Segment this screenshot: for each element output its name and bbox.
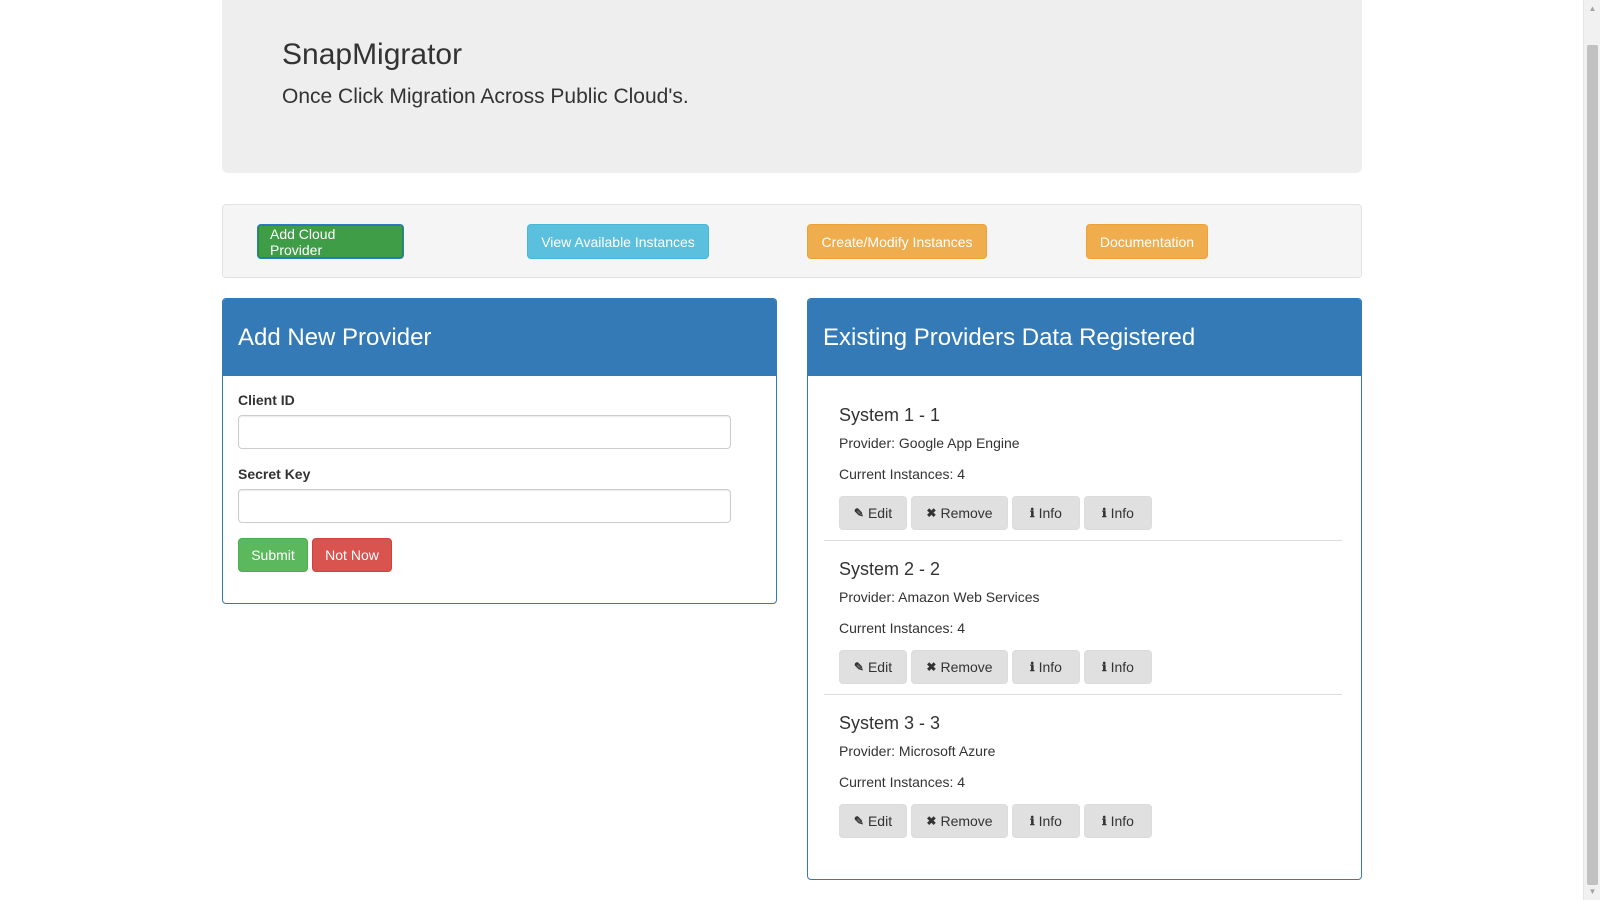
info-icon: ℹ: [1102, 814, 1107, 828]
header-jumbotron: SnapMigrator Once Click Migration Across…: [222, 0, 1362, 173]
current-instances: Current Instances: 4: [839, 466, 966, 482]
add-provider-panel-title: Add New Provider: [238, 323, 432, 351]
current-instances: Current Instances: 4: [839, 774, 966, 790]
provider-name: Provider: Amazon Web Services: [839, 589, 1040, 605]
add-provider-panel-heading: Add New Provider: [223, 299, 776, 376]
secret-key-input[interactable]: [238, 489, 731, 523]
edit-label: Edit: [867, 505, 893, 521]
add-cloud-provider-button[interactable]: Add Cloud Provider: [257, 224, 404, 259]
app-title: SnapMigrator: [282, 38, 463, 71]
info-button[interactable]: ℹ Info: [1084, 650, 1152, 684]
edit-button[interactable]: ✎ Edit: [839, 804, 907, 838]
pencil-icon: ✎: [853, 660, 864, 674]
info-icon: ℹ: [1102, 660, 1107, 674]
existing-providers-panel-title: Existing Providers Data Registered: [823, 323, 1196, 351]
remove-label: Remove: [940, 659, 993, 675]
pencil-icon: ✎: [853, 506, 864, 520]
remove-button[interactable]: ✖ Remove: [911, 650, 1008, 684]
pencil-icon: ✎: [853, 814, 864, 828]
page: SnapMigrator Once Click Migration Across…: [0, 0, 1600, 900]
current-instances: Current Instances: 4: [839, 620, 966, 636]
scroll-up-arrow-icon[interactable]: ▲: [1584, 0, 1600, 17]
info-icon: ℹ: [1030, 814, 1035, 828]
provider-name: Provider: Microsoft Azure: [839, 743, 996, 759]
remove-label: Remove: [940, 505, 993, 521]
edit-button[interactable]: ✎ Edit: [839, 650, 907, 684]
info-button[interactable]: ℹ Info: [1012, 804, 1080, 838]
client-id-label: Client ID: [238, 392, 295, 408]
create-modify-instances-button[interactable]: Create/Modify Instances: [807, 224, 987, 259]
info-button[interactable]: ℹ Info: [1012, 496, 1080, 530]
provider-item: System 1 - 1 Provider: Google App Engine…: [824, 387, 1342, 541]
edit-label: Edit: [867, 659, 893, 675]
existing-providers-panel-heading: Existing Providers Data Registered: [808, 299, 1361, 376]
edit-button[interactable]: ✎ Edit: [839, 496, 907, 530]
system-name: System 1 - 1: [839, 405, 941, 425]
system-name: System 2 - 2: [839, 559, 941, 579]
close-icon: ✖: [926, 660, 937, 674]
form-actions: Submit Not Now: [238, 538, 761, 572]
remove-button[interactable]: ✖ Remove: [911, 804, 1008, 838]
provider-actions: ✎ Edit ✖ Remove ℹ Info ℹ Info: [839, 804, 1327, 838]
close-icon: ✖: [926, 814, 937, 828]
provider-item: System 2 - 2 Provider: Amazon Web Servic…: [824, 541, 1342, 695]
info-icon: ℹ: [1102, 506, 1107, 520]
system-name: System 3 - 3: [839, 713, 941, 733]
add-provider-panel: Add New Provider Client ID Secret Key Su…: [222, 298, 777, 604]
remove-button[interactable]: ✖ Remove: [911, 496, 1008, 530]
app-tagline: Once Click Migration Across Public Cloud…: [282, 85, 689, 108]
info-label: Info: [1038, 659, 1062, 675]
documentation-button[interactable]: Documentation: [1086, 224, 1208, 259]
info-label: Info: [1110, 813, 1134, 829]
info-button[interactable]: ℹ Info: [1084, 496, 1152, 530]
provider-item: System 3 - 3 Provider: Microsoft Azure C…: [824, 695, 1342, 849]
not-now-button[interactable]: Not Now: [312, 538, 392, 572]
view-available-instances-button[interactable]: View Available Instances: [527, 224, 709, 259]
providers-list: System 1 - 1 Provider: Google App Engine…: [824, 387, 1342, 849]
info-button[interactable]: ℹ Info: [1012, 650, 1080, 684]
scroll-down-arrow-icon[interactable]: ▼: [1584, 883, 1600, 900]
remove-label: Remove: [940, 813, 993, 829]
client-id-input[interactable]: [238, 415, 731, 449]
info-label: Info: [1110, 505, 1134, 521]
info-button[interactable]: ℹ Info: [1084, 804, 1152, 838]
vertical-scrollbar[interactable]: ▲ ▼: [1583, 0, 1600, 900]
submit-button[interactable]: Submit: [238, 538, 308, 572]
close-icon: ✖: [926, 506, 937, 520]
provider-actions: ✎ Edit ✖ Remove ℹ Info ℹ Info: [839, 496, 1327, 530]
provider-name: Provider: Google App Engine: [839, 435, 1020, 451]
nav-toolbar: Add Cloud Provider View Available Instan…: [222, 204, 1362, 278]
scrollbar-thumb[interactable]: [1587, 45, 1598, 885]
provider-actions: ✎ Edit ✖ Remove ℹ Info ℹ Info: [839, 650, 1327, 684]
edit-label: Edit: [867, 813, 893, 829]
info-icon: ℹ: [1030, 506, 1035, 520]
info-label: Info: [1038, 505, 1062, 521]
secret-key-label: Secret Key: [238, 466, 311, 482]
info-label: Info: [1038, 813, 1062, 829]
info-label: Info: [1110, 659, 1134, 675]
info-icon: ℹ: [1030, 660, 1035, 674]
existing-providers-panel: Existing Providers Data Registered Syste…: [807, 298, 1362, 880]
add-provider-form: Client ID Secret Key Submit Not Now: [223, 376, 776, 572]
